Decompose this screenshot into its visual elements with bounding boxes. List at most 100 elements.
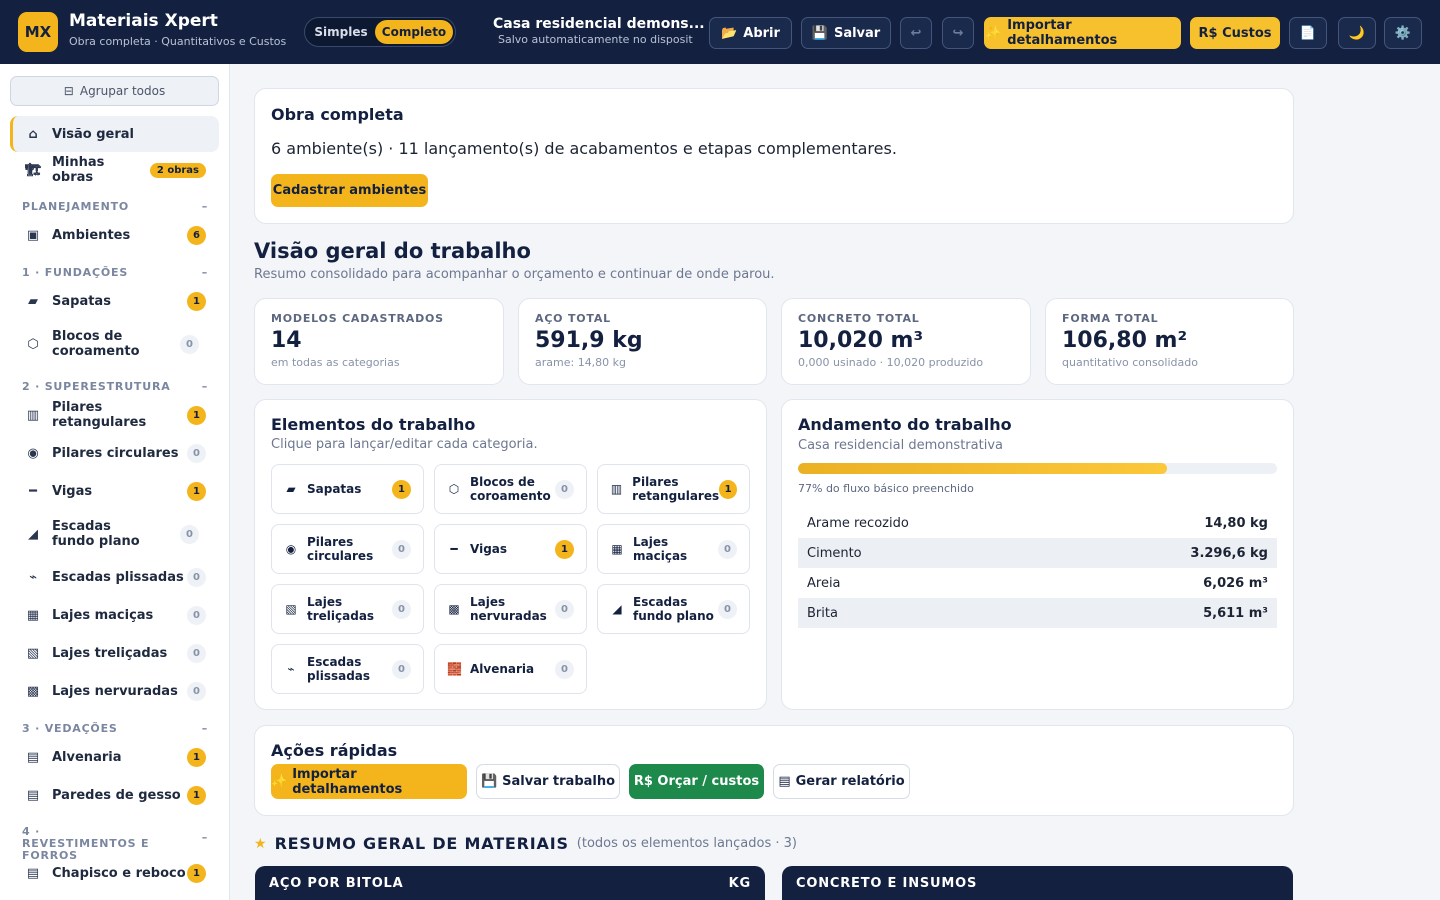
gear-icon: ⚙️ [1394,25,1412,41]
sidebar-item-alvenaria[interactable]: ▤ Alvenaria 1 [10,741,219,773]
sparkles-icon: ✨ [985,25,1002,41]
sidebar-item-pilares-circulares[interactable]: ◉ Pilares circulares 0 [10,437,219,469]
progress-subtitle: Casa residencial demonstrativa [798,438,1003,453]
sidebar-item-chapisco-reboco[interactable]: ▤ Chapisco e reboco 1 [10,857,219,889]
materials-summary-header: ★ RESUMO GERAL DE MATERIAIS (todos os el… [254,834,797,853]
sidebar: ⊟ Agrupar todos ⌂ Visão geral 🏗 Minhas o… [0,64,230,900]
stat-label: CONCRETO TOTAL [798,312,920,325]
sidebar-item-ambientes[interactable]: ▣ Ambientes 6 [10,219,219,251]
material-value: 5,611 m³ [1203,605,1268,621]
sidebar-item-paredes-gesso[interactable]: ▤ Paredes de gesso 1 [10,779,219,811]
undo-icon: ↩ [910,25,922,41]
stair-icon: ◢ [28,526,38,542]
element-tile-blocos[interactable]: ⬡ Blocos de coroamento 0 [434,464,587,514]
rect-pillar-icon: ▥ [26,407,40,423]
sapata-icon: ▰ [28,293,38,309]
sidebar-item-vigas[interactable]: ━ Vigas 1 [10,475,219,507]
quick-save-button[interactable]: 💾 Salvar trabalho [476,764,620,799]
tile-label: Sapatas [307,482,362,496]
element-tile-lajes-macicas[interactable]: ▦ Lajes maciças 0 [597,524,750,574]
count-badge: 0 [555,659,574,679]
register-rooms-button[interactable]: Cadastrar ambientes [271,174,428,207]
sparkles-icon: ✨ [271,774,288,789]
material-row: Cimento 3.296,6 kg [798,538,1277,568]
stat-card-concrete: CONCRETO TOTAL 10,020 m³ 0,000 usinado ·… [781,298,1031,385]
undo-button[interactable]: ↩ [900,17,932,49]
import-details-button[interactable]: ✨ Importar detalhamentos [984,17,1181,49]
theme-toggle-button[interactable]: 🌙 [1338,17,1376,49]
element-tile-alvenaria[interactable]: 🧱 Alvenaria 0 [434,644,587,694]
obra-summary: 6 ambiente(s) · 11 lançamento(s) de acab… [271,139,897,158]
settings-button[interactable]: ⚙️ [1384,17,1422,49]
save-button[interactable]: 💾 Salvar [801,17,891,49]
element-tile-vigas[interactable]: ━ Vigas 1 [434,524,587,574]
sidebar-section-superstructure[interactable]: 2 · SUPERESTRUTURA – [22,380,208,393]
elements-title: Elementos do trabalho [271,415,476,434]
stat-card-models: MODELOS CADASTRADOS 14 em todas as categ… [254,298,504,385]
sidebar-item-lajes-macicas[interactable]: ▦ Lajes maciças 0 [10,599,219,631]
quick-actions-card: Ações rápidas ✨ Importar detalhamentos 💾… [254,725,1294,816]
app-logo: MX [18,12,58,52]
element-tile-sapatas[interactable]: ▰ Sapatas 1 [271,464,424,514]
solid-slab-icon: ▦ [611,542,623,556]
tile-label: Lajes maciças [633,535,688,563]
costs-label: R$ Custos [1198,25,1272,41]
floppy-icon: 💾 [811,25,828,41]
count-badge: 1 [187,785,206,805]
tile-label: Escadas fundo plano [633,595,714,623]
sidebar-item-lajes-nervuradas[interactable]: ▩ Lajes nervuradas 0 [10,675,219,707]
save-label: Salvar [833,25,881,41]
element-tile-pilares-retangulares[interactable]: ▥ Pilares retangulares 1 [597,464,750,514]
progress-bar [798,463,1277,474]
sidebar-item-pilares-retangulares[interactable]: ▥ Pilares retangulares 1 [10,399,219,431]
sidebar-section-foundations[interactable]: 1 · FUNDAÇÕES – [22,266,208,279]
import-details-label: Importar detalhamentos [1007,18,1118,48]
sidebar-item-escadas-plissadas[interactable]: ⌁ Escadas plissadas 0 [10,561,219,593]
app-subtitle: Obra completa · Quantitativos e Custos [69,35,287,48]
sidebar-section-sealing[interactable]: 3 · VEDAÇÕES – [22,722,208,735]
overview-title: Visão geral do trabalho [254,239,531,263]
section-toggle-icon: – [201,200,208,213]
sidebar-item-label: Chapisco e reboco [52,865,186,881]
steel-unit: KG [728,875,751,891]
open-button[interactable]: 📂 Abrir [709,17,792,49]
count-badge: 0 [187,605,206,625]
sidebar-item-blocos[interactable]: ⬡ Blocos de coroamento 0 [10,327,219,361]
section-title: 2 · SUPERESTRUTURA [22,380,171,393]
quick-budget-button[interactable]: R$ Orçar / custos [629,764,764,799]
sidebar-item-label: Vigas [52,483,93,499]
element-tile-pilares-circulares[interactable]: ◉ Pilares circulares 0 [271,524,424,574]
quick-report-button[interactable]: ▤ Gerar relatório [773,764,910,799]
sidebar-item-lajes-trelicadas[interactable]: ▧ Lajes treliçadas 0 [10,637,219,669]
stair-icon: ◢ [612,602,622,616]
element-tile-lajes-trelicadas[interactable]: ▧ Lajes treliçadas 0 [271,584,424,634]
circle-pillar-icon: ◉ [285,542,297,556]
sidebar-item-sapatas[interactable]: ▰ Sapatas 1 [10,285,219,317]
floppy-icon: 💾 [480,774,498,789]
mode-simple-button[interactable]: Simples [307,20,375,44]
element-tile-lajes-nervuradas[interactable]: ▩ Lajes nervuradas 0 [434,584,587,634]
tile-label: Lajes treliçadas [307,595,375,623]
pleated-stair-icon: ⌁ [287,662,295,676]
element-tile-escadas-plissadas[interactable]: ⌁ Escadas plissadas 0 [271,644,424,694]
sidebar-item-label: Paredes de gesso [52,787,181,803]
mode-full-button[interactable]: Completo [375,20,453,44]
sidebar-item-my-works[interactable]: 🏗 Minhas obras 2 obras [10,154,219,186]
sidebar-item-label: Lajes treliçadas [52,645,168,661]
count-badge: 6 [187,225,206,245]
quick-import-button[interactable]: ✨ Importar detalhamentos [271,764,467,799]
report-button[interactable]: 📄 [1289,17,1327,49]
sidebar-item-escadas-fundo-plano[interactable]: ◢ Escadas fundo plano 0 [10,517,219,551]
sidebar-section-planning[interactable]: PLANEJAMENTO – [22,200,208,213]
redo-button[interactable]: ↪ [942,17,974,49]
costs-button[interactable]: R$ Custos [1190,17,1280,49]
sidebar-item-overview[interactable]: ⌂ Visão geral [10,116,219,152]
sidebar-item-label: Lajes maciças [52,607,154,623]
material-name: Cimento [807,545,862,561]
concrete-header: CONCRETO E INSUMOS [782,866,1293,900]
material-value: 3.296,6 kg [1190,545,1268,561]
collapse-all-button[interactable]: ⊟ Agrupar todos [10,76,219,106]
element-tile-escadas-fundo-plano[interactable]: ◢ Escadas fundo plano 0 [597,584,750,634]
overview-subtitle: Resumo consolidado para acompanhar o orç… [254,267,775,282]
section-toggle-icon: – [201,380,208,393]
